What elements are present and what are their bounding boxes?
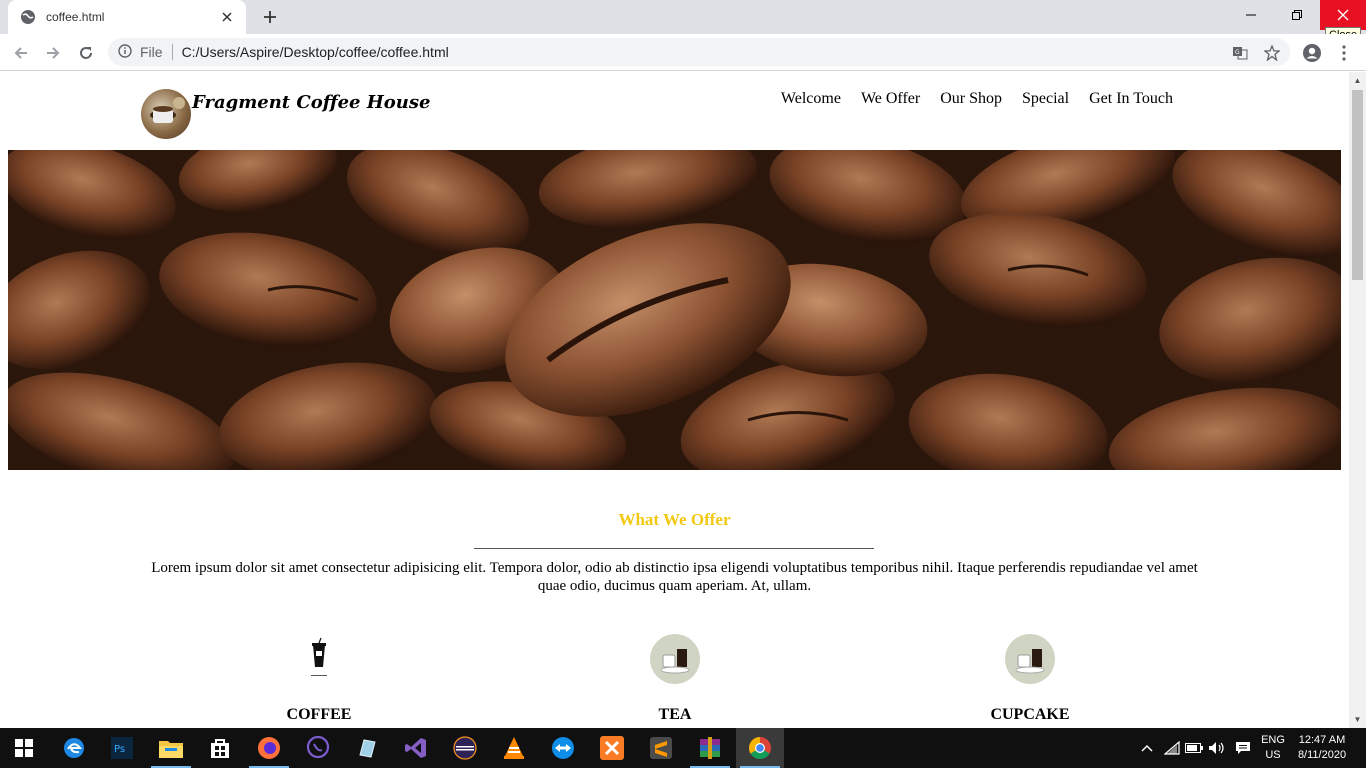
nav-our-shop[interactable]: Our Shop bbox=[940, 90, 1002, 108]
browser-tab[interactable]: coffee.html bbox=[8, 0, 246, 34]
scrollbar-thumb[interactable] bbox=[1352, 90, 1363, 280]
visual-studio-icon[interactable] bbox=[392, 728, 440, 768]
system-clock[interactable]: 12:47 AM 8/11/2020 bbox=[1292, 728, 1352, 768]
tab-close-icon[interactable] bbox=[218, 8, 236, 26]
forward-arrow-icon[interactable] bbox=[41, 41, 65, 65]
eclipse-icon[interactable] bbox=[441, 728, 489, 768]
info-icon[interactable] bbox=[118, 43, 132, 61]
globe-icon bbox=[20, 9, 36, 25]
winrar-icon[interactable] bbox=[686, 728, 734, 768]
chrome-icon[interactable] bbox=[736, 728, 784, 768]
restore-icon[interactable] bbox=[1274, 0, 1320, 30]
file-explorer-icon[interactable] bbox=[147, 728, 195, 768]
clock-time: 12:47 AM bbox=[1298, 734, 1346, 746]
tab-strip: coffee.html bbox=[0, 0, 1366, 34]
windows-taskbar: Ps ENG US 12:47 AM 8/11/2020 bbox=[0, 728, 1366, 768]
offer-card-cupcake: CUPCAKE bbox=[930, 634, 1130, 724]
svg-text:G: G bbox=[1235, 49, 1240, 56]
chevron-up-icon[interactable] bbox=[1138, 728, 1156, 768]
site-header: Fragment Coffee House Welcome We Offer O… bbox=[0, 72, 1349, 150]
wifi-icon[interactable] bbox=[1162, 728, 1182, 768]
clock-date: 8/11/2020 bbox=[1297, 749, 1347, 761]
card-title-cupcake: CUPCAKE bbox=[990, 706, 1070, 723]
xampp-icon[interactable] bbox=[588, 728, 636, 768]
back-arrow-icon[interactable] bbox=[9, 41, 33, 65]
browser-toolbar: File C:/Users/Aspire/Desktop/coffee/coff… bbox=[0, 34, 1366, 71]
brand-name[interactable]: Fragment Coffee House bbox=[192, 92, 430, 113]
hero-coffee-beans-image bbox=[8, 150, 1341, 470]
firefox-icon[interactable] bbox=[245, 728, 293, 768]
coffee-cups-icon bbox=[1005, 634, 1055, 684]
card-title-tea: TEA bbox=[658, 706, 692, 723]
minimize-icon[interactable] bbox=[1228, 0, 1274, 30]
translate-icon[interactable]: G bbox=[1228, 41, 1252, 65]
page-viewport: Fragment Coffee House Welcome We Offer O… bbox=[0, 72, 1349, 728]
windows-start-icon[interactable] bbox=[0, 728, 48, 768]
scheme-divider bbox=[171, 44, 173, 60]
section-description: Lorem ipsum dolor sit amet consectetur a… bbox=[151, 560, 1198, 594]
photoshop-icon[interactable]: Ps bbox=[98, 728, 146, 768]
svg-text:Ps: Ps bbox=[114, 744, 125, 755]
address-bar[interactable]: File C:/Users/Aspire/Desktop/coffee/coff… bbox=[108, 38, 1290, 66]
offer-card-coffee: COFFEE bbox=[219, 634, 419, 724]
coffee-cups-icon bbox=[650, 634, 700, 684]
scroll-down-icon[interactable]: ▼ bbox=[1353, 715, 1362, 724]
reload-icon[interactable] bbox=[74, 41, 98, 65]
viber-icon[interactable] bbox=[294, 728, 342, 768]
teamviewer-icon[interactable] bbox=[539, 728, 587, 768]
card-title-coffee: COFFEE bbox=[286, 706, 352, 723]
scroll-up-icon[interactable]: ▲ bbox=[1353, 76, 1362, 85]
store-icon[interactable] bbox=[196, 728, 244, 768]
logo-image[interactable] bbox=[141, 89, 191, 139]
bookmark-star-icon[interactable] bbox=[1260, 41, 1284, 65]
url-text[interactable]: C:/Users/Aspire/Desktop/coffee/coffee.ht… bbox=[182, 44, 449, 60]
page-scrollbar[interactable]: ▲ ▼ bbox=[1349, 72, 1366, 728]
nav-we-offer[interactable]: We Offer bbox=[861, 90, 920, 108]
profile-icon[interactable] bbox=[1300, 41, 1324, 65]
lang-line1: ENG bbox=[1261, 734, 1285, 746]
offer-card-tea: TEA bbox=[575, 634, 775, 724]
new-tab-icon[interactable] bbox=[258, 6, 282, 28]
main-nav: Welcome We Offer Our Shop Special Get In… bbox=[781, 90, 1173, 108]
tab-title: coffee.html bbox=[46, 10, 105, 24]
battery-icon[interactable] bbox=[1184, 728, 1204, 768]
lang-line2: US bbox=[1265, 749, 1281, 761]
sublime-text-icon[interactable] bbox=[637, 728, 685, 768]
section-divider bbox=[474, 548, 874, 549]
menu-dots-icon[interactable] bbox=[1332, 41, 1356, 65]
iced-coffee-icon bbox=[294, 634, 344, 684]
edge-icon[interactable] bbox=[50, 728, 98, 768]
vlc-icon[interactable] bbox=[490, 728, 538, 768]
nav-get-in-touch[interactable]: Get In Touch bbox=[1089, 90, 1173, 108]
nav-special[interactable]: Special bbox=[1022, 90, 1069, 108]
nav-welcome[interactable]: Welcome bbox=[781, 90, 841, 108]
scheme-label: File bbox=[140, 44, 163, 60]
input-language[interactable]: ENG US bbox=[1256, 728, 1290, 768]
close-window-icon[interactable] bbox=[1320, 0, 1366, 30]
notification-icon[interactable] bbox=[1232, 728, 1254, 768]
section-title: What We Offer bbox=[618, 510, 731, 529]
volume-icon[interactable] bbox=[1206, 728, 1228, 768]
notepad-icon[interactable] bbox=[343, 728, 391, 768]
